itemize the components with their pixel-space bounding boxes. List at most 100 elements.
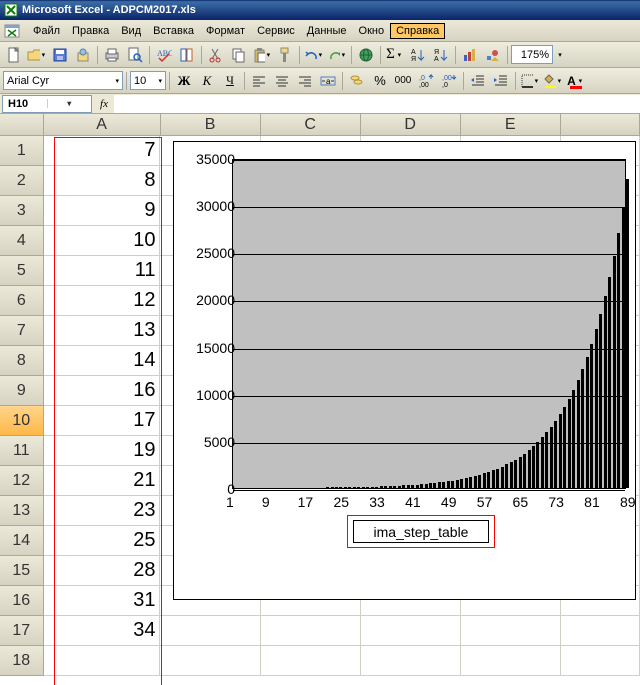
name-box[interactable]: H10 ▾ <box>2 95 92 113</box>
row-header[interactable]: 17 <box>0 616 44 646</box>
open-icon[interactable]: ▾ <box>26 44 48 66</box>
cell[interactable]: 14 <box>44 346 161 376</box>
row-header[interactable]: 5 <box>0 256 44 286</box>
undo-icon[interactable]: ▾ <box>303 44 325 66</box>
menu-format[interactable]: Формат <box>200 23 251 39</box>
row-header[interactable]: 8 <box>0 346 44 376</box>
cell[interactable] <box>561 616 640 646</box>
permission-icon[interactable] <box>72 44 94 66</box>
cell[interactable]: 21 <box>44 466 161 496</box>
menu-window[interactable]: Окно <box>353 23 391 39</box>
cell[interactable]: 7 <box>44 136 161 166</box>
name-box-dropdown[interactable]: ▾ <box>47 99 92 108</box>
new-icon[interactable] <box>3 44 25 66</box>
cell[interactable]: 28 <box>44 556 161 586</box>
row-header[interactable]: 10 <box>0 406 44 436</box>
cell[interactable]: 8 <box>44 166 161 196</box>
percent-icon[interactable]: % <box>369 70 391 92</box>
cell[interactable] <box>361 646 461 676</box>
col-header-E[interactable]: E <box>461 114 561 136</box>
row-header[interactable]: 11 <box>0 436 44 466</box>
merge-center-icon[interactable]: a <box>317 70 339 92</box>
font-size-combo[interactable]: 10▾ <box>130 71 166 90</box>
row-header[interactable]: 14 <box>0 526 44 556</box>
col-header-D[interactable]: D <box>361 114 461 136</box>
col-header-C[interactable]: C <box>261 114 361 136</box>
italic-icon[interactable]: К <box>196 70 218 92</box>
save-icon[interactable] <box>49 44 71 66</box>
row-header[interactable]: 15 <box>0 556 44 586</box>
cell[interactable] <box>361 616 461 646</box>
row-header[interactable]: 1 <box>0 136 44 166</box>
col-header-A[interactable]: A <box>44 114 161 136</box>
row-header[interactable]: 12 <box>0 466 44 496</box>
row-header[interactable]: 4 <box>0 226 44 256</box>
fx-icon[interactable]: fx <box>94 95 114 113</box>
cell[interactable] <box>461 616 561 646</box>
embedded-chart[interactable]: 05000100001500020000250003000035000 1917… <box>173 141 636 600</box>
row-header[interactable]: 3 <box>0 196 44 226</box>
row-header[interactable]: 9 <box>0 376 44 406</box>
cell[interactable] <box>261 646 361 676</box>
align-right-icon[interactable] <box>294 70 316 92</box>
row-header[interactable]: 6 <box>0 286 44 316</box>
row-header[interactable]: 7 <box>0 316 44 346</box>
format-painter-icon[interactable] <box>274 44 296 66</box>
cell[interactable] <box>160 616 260 646</box>
cell[interactable] <box>160 646 260 676</box>
align-center-icon[interactable] <box>271 70 293 92</box>
autosum-icon[interactable]: Σ▾ <box>384 44 406 66</box>
bold-icon[interactable]: Ж <box>173 70 195 92</box>
cell[interactable]: 13 <box>44 316 161 346</box>
cell[interactable]: 17 <box>44 406 161 436</box>
menu-view[interactable]: Вид <box>115 23 147 39</box>
cell[interactable]: 11 <box>44 256 161 286</box>
col-header-F[interactable] <box>561 114 640 136</box>
col-header-B[interactable]: B <box>161 114 261 136</box>
cell[interactable] <box>561 646 640 676</box>
cell[interactable]: 19 <box>44 436 161 466</box>
cell[interactable] <box>261 616 361 646</box>
fill-color-icon[interactable]: ▾ <box>542 70 564 92</box>
copy-icon[interactable] <box>228 44 250 66</box>
worksheet-grid[interactable]: A B C D E 172839410511612713814916101711… <box>0 114 640 685</box>
borders-icon[interactable]: ▾ <box>519 70 541 92</box>
row-header[interactable]: 2 <box>0 166 44 196</box>
currency-icon[interactable] <box>346 70 368 92</box>
cell[interactable] <box>461 646 561 676</box>
redo-icon[interactable]: ▾ <box>326 44 348 66</box>
align-left-icon[interactable] <box>248 70 270 92</box>
cell[interactable]: 16 <box>44 376 161 406</box>
cut-icon[interactable] <box>205 44 227 66</box>
menu-insert[interactable]: Вставка <box>147 23 200 39</box>
drawing-icon[interactable] <box>482 44 504 66</box>
menu-tools[interactable]: Сервис <box>251 23 301 39</box>
menu-help[interactable]: Справка <box>390 23 445 39</box>
select-all-corner[interactable] <box>0 114 44 136</box>
cell[interactable]: 25 <box>44 526 161 556</box>
research-icon[interactable] <box>176 44 198 66</box>
font-color-icon[interactable]: A▾ <box>565 70 587 92</box>
row-header[interactable]: 18 <box>0 646 44 676</box>
cell[interactable]: 9 <box>44 196 161 226</box>
chart-wizard-icon[interactable] <box>459 44 481 66</box>
paste-icon[interactable]: ▾ <box>251 44 273 66</box>
increase-indent-icon[interactable] <box>490 70 512 92</box>
cell[interactable]: 12 <box>44 286 161 316</box>
cell[interactable]: 34 <box>44 616 161 646</box>
formula-input[interactable] <box>114 95 640 113</box>
zoom-dropdown[interactable]: ▾ <box>554 44 566 66</box>
menu-file[interactable]: Файл <box>27 23 66 39</box>
sort-desc-icon[interactable]: ЯА <box>430 44 452 66</box>
cell[interactable] <box>44 646 161 676</box>
cell[interactable]: 31 <box>44 586 161 616</box>
hyperlink-icon[interactable] <box>355 44 377 66</box>
cell[interactable]: 10 <box>44 226 161 256</box>
spelling-icon[interactable]: ABC <box>153 44 175 66</box>
row-header[interactable]: 16 <box>0 586 44 616</box>
workbook-icon[interactable] <box>3 22 21 40</box>
font-name-combo[interactable]: Arial Cyr▾ <box>3 71 123 90</box>
underline-icon[interactable]: Ч <box>219 70 241 92</box>
menu-edit[interactable]: Правка <box>66 23 115 39</box>
print-icon[interactable] <box>101 44 123 66</box>
